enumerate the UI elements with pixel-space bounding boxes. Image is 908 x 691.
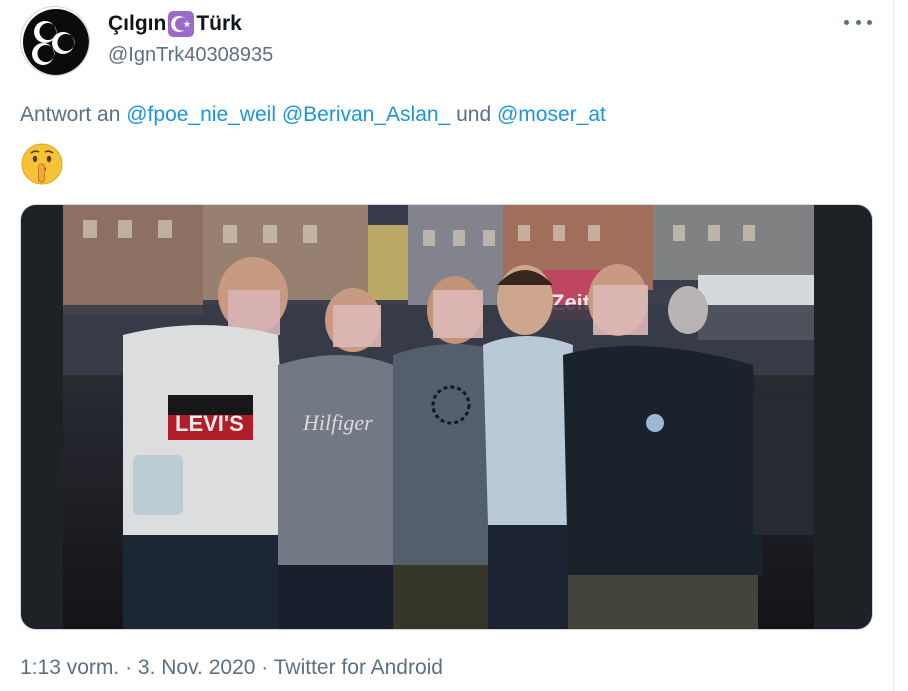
- display-name-part1: Çılgın: [108, 12, 167, 35]
- display-name-part2: Türk: [196, 12, 242, 35]
- tweet-source[interactable]: Twitter for Android: [274, 656, 443, 679]
- star-and-crescent-icon: [168, 11, 195, 37]
- shushing-face-emoji-icon: [20, 142, 64, 186]
- separator: ·: [261, 656, 269, 679]
- more-options-icon[interactable]: [844, 12, 872, 32]
- display-name[interactable]: Çılgın Türk: [108, 11, 242, 37]
- tweet-photo[interactable]: Zeit LEVI'S Hilfiger: [20, 204, 873, 630]
- user-handle[interactable]: @IgnTrk40308935: [108, 44, 273, 67]
- three-crescents-logo-icon: [23, 9, 89, 75]
- mention-link[interactable]: @moser_at: [497, 103, 606, 126]
- tweet-time[interactable]: 1:13 vorm.: [20, 656, 119, 679]
- separator: ·: [125, 656, 133, 679]
- mention-link[interactable]: @fpoe_nie_weil: [126, 103, 276, 126]
- reply-prefix: Antwort an: [20, 103, 121, 126]
- mention-link[interactable]: @Berivan_Aslan_: [282, 103, 450, 126]
- avatar[interactable]: [20, 6, 90, 76]
- reply-context: Antwort an @fpoe_nie_weil @Berivan_Aslan…: [20, 103, 606, 127]
- timeline-border: [893, 0, 894, 691]
- group-photo-image: Zeit LEVI'S Hilfiger: [63, 205, 814, 629]
- reply-conjunction: und: [456, 103, 492, 126]
- tweet-date[interactable]: 3. Nov. 2020: [138, 656, 256, 679]
- tweet-metadata: 1:13 vorm. · 3. Nov. 2020 · Twitter for …: [20, 656, 443, 680]
